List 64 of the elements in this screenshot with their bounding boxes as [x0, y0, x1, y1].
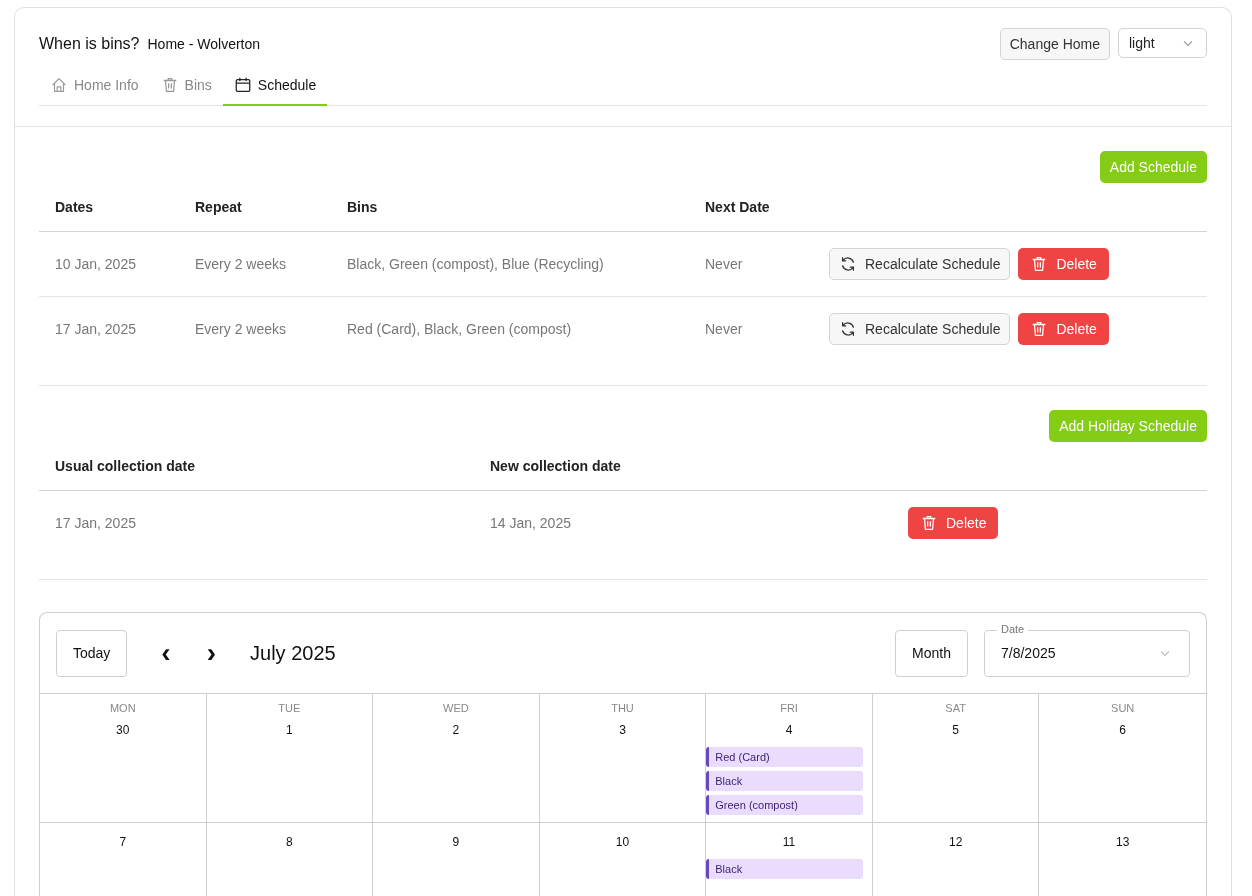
table-cell-text: Black, Green (compost), Blue (Recycling)	[347, 256, 605, 272]
table-cell-text: 14 Jan, 2025	[490, 515, 572, 531]
table-cell-text: Red (Card), Black, Green (compost)	[347, 321, 573, 337]
day-number: 1	[286, 723, 293, 739]
day-number: 6	[1119, 723, 1127, 739]
day-number: 2	[452, 723, 460, 739]
column-header: Repeat	[195, 199, 243, 215]
day-number: 10	[615, 835, 630, 851]
theme-select[interactable]: light	[1118, 28, 1207, 58]
day-number: 11	[782, 835, 796, 851]
table-cell-text: Never	[705, 321, 744, 337]
calendar-event[interactable]: Black	[706, 771, 863, 791]
day-number: 30	[116, 723, 130, 739]
day-number: 8	[286, 835, 293, 851]
calendar-event[interactable]: Green (compost)	[706, 795, 863, 815]
table-cell-text: Never	[705, 256, 744, 272]
day-number: 3	[619, 723, 626, 739]
weekday-label: WED	[443, 702, 469, 716]
month-title: July 2025	[250, 641, 336, 665]
home-name: Home - Wolverton	[147, 36, 261, 52]
weekday-label: THU	[611, 702, 634, 716]
column-header: Bins	[347, 199, 379, 215]
delete-button[interactable]: Delete	[1018, 248, 1109, 280]
recalculate-button[interactable]: Recalculate Schedule	[829, 313, 1011, 345]
table-cell-text: 10 Jan, 2025	[55, 256, 137, 272]
weekday-label: FRI	[780, 702, 798, 716]
calendar-event[interactable]: Black	[706, 859, 863, 879]
weekday-label: MON	[109, 702, 136, 716]
weekday-label: SAT	[945, 702, 966, 716]
table-cell-text: Every 2 weeks	[195, 256, 288, 272]
column-header: Usual collection date	[55, 458, 197, 474]
delete-button[interactable]: Delete	[908, 507, 999, 539]
calendar-icon	[233, 76, 252, 94]
day-number: 12	[948, 835, 963, 851]
refresh-icon	[839, 255, 857, 273]
day-number: 9	[452, 835, 460, 851]
tab[interactable]: Schedule	[222, 66, 328, 106]
column-header: New collection date	[490, 458, 622, 474]
delete-button[interactable]: Delete	[1018, 313, 1109, 345]
refresh-icon	[839, 320, 857, 338]
day-number: 5	[952, 723, 959, 739]
weekday-label: TUE	[278, 702, 301, 716]
tab[interactable]: Bins	[149, 66, 223, 106]
home-icon	[50, 76, 68, 94]
trash-icon	[920, 514, 938, 532]
calendar-event[interactable]: Red (Card)	[706, 747, 863, 767]
table-cell-text: Every 2 weeks	[195, 321, 288, 337]
field-label: Date	[997, 622, 1029, 635]
view-button[interactable]: Month	[895, 629, 968, 677]
day-number: 7	[119, 835, 127, 851]
column-header: Dates	[55, 199, 95, 215]
recalculate-button[interactable]: Recalculate Schedule	[829, 248, 1011, 280]
column-header: Next Date	[705, 199, 771, 215]
app-title: When is bins?	[39, 35, 140, 53]
table-cell-text: 17 Jan, 2025	[55, 515, 137, 531]
change-home-button[interactable]: Change Home	[999, 28, 1110, 60]
day-number: 13	[1116, 835, 1130, 851]
today-button[interactable]: Today	[56, 629, 128, 677]
day-number: 4	[785, 723, 793, 739]
tab[interactable]: Home Info	[39, 66, 150, 106]
table-cell-text: 17 Jan, 2025	[55, 321, 137, 337]
weekday-label: SUN	[1111, 702, 1135, 716]
next-button[interactable]: ›	[200, 639, 222, 667]
previous-button[interactable]: ‹	[155, 639, 177, 667]
